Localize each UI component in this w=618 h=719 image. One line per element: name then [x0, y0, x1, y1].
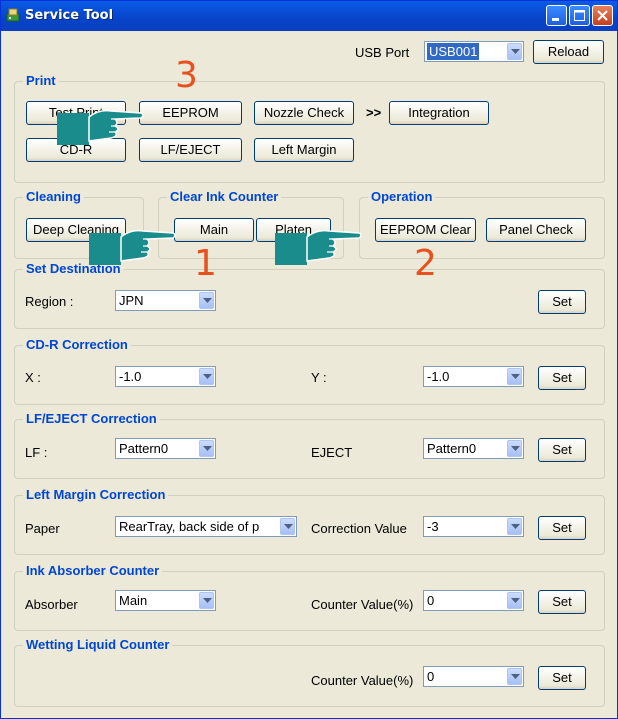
lf-eject-correction-title: LF/EJECT Correction: [23, 411, 160, 426]
panel-check-button[interactable]: Panel Check: [486, 218, 586, 242]
title-bar[interactable]: Service Tool: [1, 1, 617, 31]
close-icon: [597, 10, 608, 21]
maximize-icon: [574, 10, 585, 21]
eject-select[interactable]: Pattern0: [423, 438, 524, 459]
absorber-label: Absorber: [25, 597, 78, 612]
left-margin-button[interactable]: Left Margin: [254, 138, 354, 162]
chevron-down-icon: [507, 43, 522, 60]
print-group-title: Print: [23, 73, 59, 88]
chevron-down-icon: [199, 592, 214, 609]
usb-port-label: USB Port: [355, 45, 410, 60]
close-button[interactable]: [592, 5, 613, 26]
chevron-down-icon: [280, 518, 295, 535]
cdr-correction-set-button[interactable]: Set: [538, 366, 586, 390]
reload-button[interactable]: Reload: [533, 40, 604, 64]
pointing-hand-icon: [89, 229, 176, 265]
app-icon: [6, 8, 20, 22]
lf-label: LF :: [25, 445, 48, 460]
window-title: Service Tool: [25, 8, 114, 23]
usb-port-select[interactable]: USB001: [424, 41, 524, 62]
lf-select[interactable]: Pattern0: [115, 438, 216, 459]
cdr-correction-title: CD-R Correction: [23, 337, 131, 352]
operation-group-title: Operation: [368, 189, 436, 204]
paper-label: Paper: [25, 521, 60, 536]
chevron-down-icon: [507, 518, 522, 535]
x-label: X :: [25, 370, 41, 385]
chevron-down-icon: [199, 292, 214, 309]
minimize-button[interactable]: [546, 5, 567, 26]
step-number-3: 3: [175, 55, 198, 96]
absorber-counter-label: Counter Value(%): [311, 597, 414, 612]
step-number-1: 1: [194, 243, 217, 284]
chevron-down-icon: [507, 368, 522, 385]
cdr-x-select[interactable]: -1.0: [115, 366, 216, 387]
absorber-select[interactable]: Main: [115, 590, 216, 611]
left-margin-correction-title: Left Margin Correction: [23, 487, 169, 502]
absorber-counter-select[interactable]: 0: [423, 590, 524, 611]
wetting-set-button[interactable]: Set: [538, 666, 586, 690]
lf-eject-correction-set-button[interactable]: Set: [538, 438, 586, 462]
arrows-label: >>: [366, 105, 382, 120]
region-select[interactable]: JPN: [115, 290, 216, 311]
correction-value-select[interactable]: -3: [423, 516, 524, 537]
set-destination-set-button[interactable]: Set: [538, 290, 586, 314]
pointing-hand-icon: [275, 229, 362, 265]
cdr-y-select[interactable]: -1.0: [423, 366, 524, 387]
chevron-down-icon: [507, 592, 522, 609]
region-label: Region :: [25, 294, 74, 309]
service-tool-window: Service Tool USB Port USB001 Reload Prin…: [0, 0, 618, 719]
chevron-down-icon: [507, 668, 522, 685]
wetting-counter-select[interactable]: 0: [423, 666, 524, 687]
wetting-counter-label: Counter Value(%): [311, 673, 414, 688]
eeprom-clear-button[interactable]: EEPROM Clear: [375, 218, 476, 242]
eeprom-button[interactable]: EEPROM: [139, 101, 242, 125]
paper-select[interactable]: RearTray, back side of p: [115, 516, 297, 537]
y-label: Y :: [311, 370, 327, 385]
minimize-icon: [552, 18, 559, 21]
ink-absorber-counter-title: Ink Absorber Counter: [23, 563, 163, 578]
chevron-down-icon: [199, 368, 214, 385]
cleaning-group-title: Cleaning: [23, 189, 84, 204]
client-area: USB Port USB001 Reload Print Test Print …: [5, 31, 613, 714]
pointing-hand-icon: [57, 109, 144, 145]
integration-button[interactable]: Integration: [389, 101, 489, 125]
wetting-liquid-counter-title: Wetting Liquid Counter: [23, 637, 173, 652]
maximize-button[interactable]: [569, 5, 590, 26]
set-destination-group: Set Destination: [14, 261, 605, 329]
left-margin-correction-set-button[interactable]: Set: [538, 516, 586, 540]
clear-main-button[interactable]: Main: [174, 218, 254, 242]
chevron-down-icon: [507, 440, 522, 457]
chevron-down-icon: [199, 440, 214, 457]
lf-eject-button[interactable]: LF/EJECT: [139, 138, 242, 162]
clear-ink-counter-title: Clear Ink Counter: [167, 189, 282, 204]
step-number-2: 2: [414, 243, 437, 284]
correction-value-label: Correction Value: [311, 521, 407, 536]
eject-label: EJECT: [311, 445, 353, 460]
ink-absorber-set-button[interactable]: Set: [538, 590, 586, 614]
nozzle-check-button[interactable]: Nozzle Check: [254, 101, 354, 125]
